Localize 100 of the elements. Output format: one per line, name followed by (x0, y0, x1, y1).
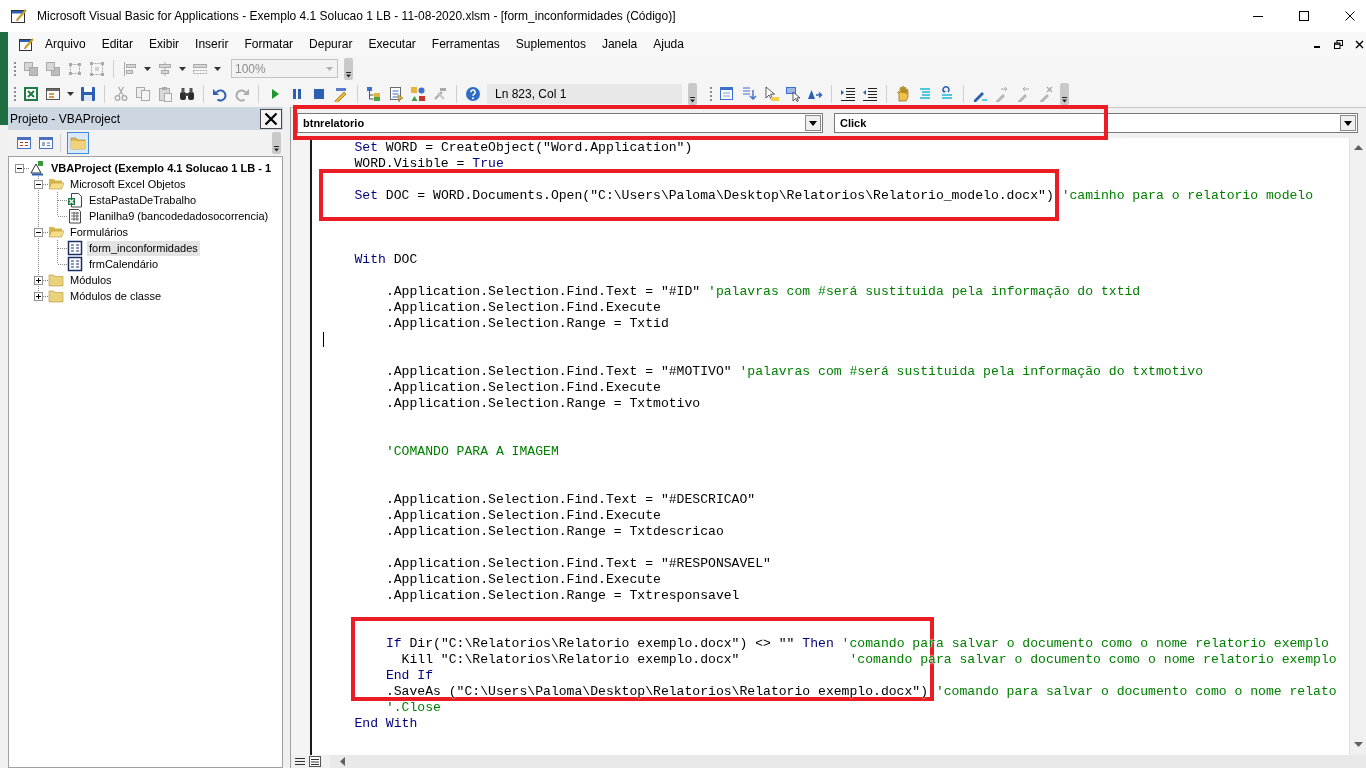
window-pen-icon[interactable] (10, 7, 28, 25)
menu-item[interactable]: Suplementos (507, 37, 594, 51)
menu-item[interactable]: Janela (593, 37, 646, 51)
menu-item[interactable]: Exibir (141, 37, 188, 51)
sheet-icon (67, 208, 83, 224)
folder-icon (70, 135, 86, 151)
menu-item[interactable]: Ferramentas (423, 37, 508, 51)
caret-icon[interactable] (67, 92, 74, 96)
expand-icon[interactable] (34, 291, 43, 301)
code-line: With DOC (354, 252, 418, 267)
open-folder-icon (48, 224, 64, 240)
caret-icon[interactable] (214, 66, 221, 71)
code-line: .Application.Selection.Range = Txtdescricao (385, 524, 724, 539)
tree-item[interactable]: Formulários (68, 224, 131, 240)
properties-icon[interactable] (388, 86, 404, 102)
collapse-icon[interactable] (15, 163, 24, 173)
vertical-scrollbar[interactable] (1349, 138, 1366, 755)
collapse-icon[interactable] (34, 179, 43, 189)
scroll-down-icon[interactable] (1353, 742, 1363, 747)
save-icon[interactable] (80, 86, 96, 102)
grip-icon[interactable] (13, 59, 17, 78)
pointer-note-icon[interactable] (763, 86, 779, 102)
caret-icon (1340, 115, 1356, 131)
toolbar-options-icon[interactable] (344, 57, 353, 80)
code-line: .Application.Selection.Find.Text = "#ID" 'palavras com #será sustituida pela informação do txtid (385, 284, 1141, 299)
maximize-icon[interactable] (1299, 11, 1309, 21)
close-icon[interactable] (1355, 39, 1364, 49)
menu-item[interactable]: Executar (360, 37, 424, 51)
toolbar-options-icon[interactable] (272, 132, 281, 154)
code-line: '.Close (385, 700, 441, 715)
code-line: .Application.Selection.Find.Execute (385, 572, 661, 587)
code-window-icon[interactable] (16, 135, 32, 151)
pointer-box-icon[interactable] (785, 86, 801, 102)
collapse-icon[interactable] (34, 227, 43, 237)
toolbar-options-icon[interactable] (1060, 83, 1069, 105)
procedure-dropdown[interactable]: Click (834, 113, 1358, 133)
list-arrow-icon[interactable] (741, 86, 757, 102)
form-window-icon[interactable] (45, 86, 61, 102)
shapes-icon[interactable] (410, 86, 426, 102)
binoculars-icon[interactable] (179, 86, 195, 102)
hand-icon[interactable] (895, 86, 911, 102)
tree-item[interactable]: form_inconformidades (87, 240, 200, 256)
menu-item[interactable]: Editar (93, 37, 142, 51)
toolbar-options-icon[interactable] (688, 83, 697, 105)
code-line: .Application.Selection.Find.Text = "#DESCRICAO" (385, 492, 756, 507)
code-line: End If (385, 668, 434, 683)
tree-item[interactable]: EstaPastaDeTrabalho (87, 192, 199, 208)
code-line: .Application.Selection.Range = Txtmotivo (385, 396, 701, 411)
tree-item[interactable]: Módulos de classe (68, 288, 164, 304)
code-line: .Application.Selection.Find.Text = "#MOTIVO" 'palavras com #será sustituida pela informação do txtmotivo (385, 364, 1204, 379)
curved-arrow-lines-icon[interactable] (939, 86, 955, 102)
restore-icon[interactable] (1334, 39, 1343, 49)
open-folder-icon (48, 176, 64, 192)
outdent-icon[interactable] (862, 86, 878, 102)
grip-icon[interactable] (13, 85, 17, 103)
menu-item[interactable]: Arquivo (37, 37, 94, 51)
undo-icon[interactable] (212, 86, 228, 102)
list-window-icon[interactable] (719, 86, 735, 102)
horizontal-scrollbar[interactable] (330, 755, 1366, 768)
menu-item[interactable]: Depurar (301, 37, 361, 51)
menu-item[interactable]: Inserir (187, 37, 237, 51)
code-line: WORD.Visible = True (354, 156, 504, 171)
menu-item[interactable]: Formatar (236, 37, 302, 51)
procedure-view-icon[interactable] (294, 756, 306, 767)
expand-icon[interactable] (34, 275, 43, 285)
tree-item[interactable]: Módulos (68, 272, 114, 288)
tree-item[interactable]: frmCalendário (87, 256, 161, 272)
indent-icon[interactable] (840, 86, 856, 102)
module-view-icon[interactable] (309, 756, 321, 767)
code-line: .Application.Selection.Find.Execute (385, 380, 661, 395)
tree-icon[interactable] (366, 86, 382, 102)
code-line: .Application.Selection.Range = Txtid (385, 316, 669, 331)
object-dropdown[interactable]: btnrelatorio (297, 113, 823, 133)
code-editor[interactable] (312, 138, 1349, 755)
form-window-icon[interactable] (38, 135, 54, 151)
scroll-up-icon[interactable] (1353, 145, 1363, 150)
caret-icon[interactable] (144, 66, 151, 71)
caret-icon[interactable] (179, 66, 186, 71)
code-line: Set DOC = WORD.Documents.Open("C:\Users\Paloma\Desktop\Relatorios\Relatorio_modelo.docx") 'caminho para o relatorio modelo (354, 188, 1314, 203)
form-icon (67, 240, 83, 256)
spreadsheet-icon[interactable] (23, 86, 39, 102)
pencil-ruler-icon[interactable] (333, 86, 349, 102)
scroll-left-icon[interactable] (340, 757, 345, 766)
code-line: .Application.Selection.Find.Text = "#RESPONSAVEL" (385, 556, 771, 571)
workbook-icon (67, 192, 83, 208)
tree-item[interactable]: Planilha9 (bancodedadosocorrencia) (87, 208, 271, 224)
minimize-icon[interactable] (1253, 15, 1263, 17)
menu-item[interactable]: Ajuda (645, 37, 692, 51)
tree-item[interactable]: Microsoft Excel Objetos (68, 176, 188, 192)
code-line: Set WORD = CreateObject("Word.Application") (354, 140, 693, 155)
code-line: .Application.Selection.Find.Execute (385, 508, 661, 523)
close-icon[interactable] (1345, 11, 1355, 21)
window-pen-icon[interactable] (18, 36, 34, 52)
tree-item[interactable]: VBAProject (Exemplo 4.1 Solucao 1 LB - 1 (49, 160, 274, 176)
cursor-position: Ln 823, Col 1 (487, 84, 682, 104)
stop-icon[interactable] (311, 86, 327, 102)
help-icon[interactable] (465, 86, 481, 102)
grip-icon[interactable] (709, 85, 713, 103)
text-cursor (323, 332, 324, 347)
folders-toggle[interactable] (67, 132, 89, 154)
